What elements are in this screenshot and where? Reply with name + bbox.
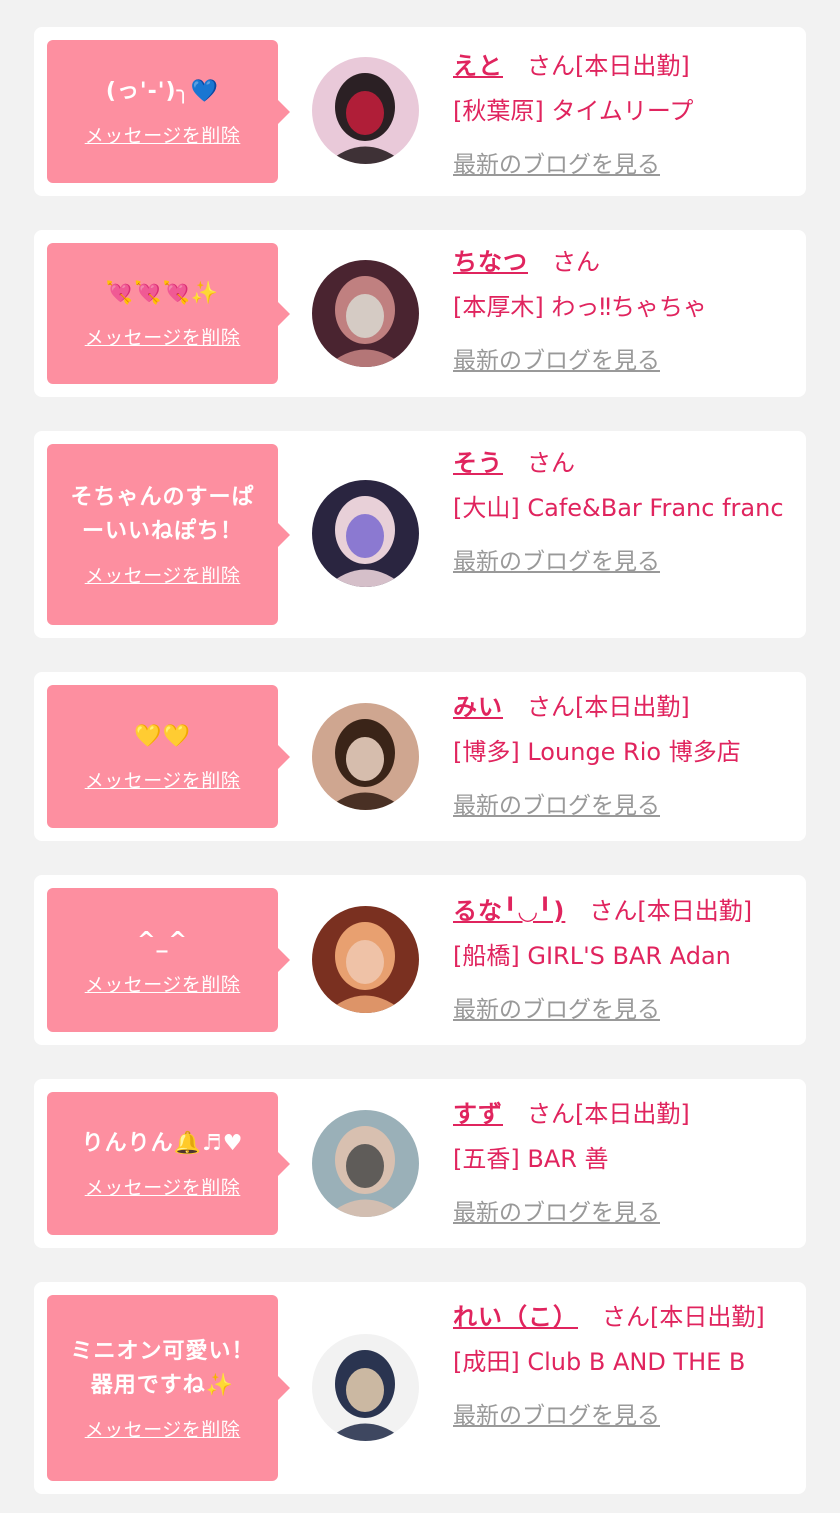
message-text: 💘💘💘✨ xyxy=(105,281,220,306)
message-text: そちゃんのすーぱ ーいいねぽち！ xyxy=(70,485,255,544)
message-bubble: ミニオン可愛い！ 器用ですね✨ メッセージを削除 xyxy=(47,1295,290,1481)
shop-name: [本厚木] わっ‼ちゃちゃ xyxy=(453,293,708,321)
message-text: (っ'-')╮💙 xyxy=(105,79,220,104)
latest-blog-link[interactable]: 最新のブログを見る xyxy=(453,988,660,1033)
honorific-label: さん xyxy=(527,52,575,80)
working-today-badge: [本日出勤] xyxy=(650,1303,765,1331)
message-card: 💛💛 メッセージを削除 みい さん[本日出勤] [博多] Lounge Rio 博多店最… xyxy=(34,672,806,841)
cast-info: すず さん[本日出勤] [五香] BAR 善最新のブログを見る xyxy=(453,1092,793,1236)
cast-avatar[interactable] xyxy=(312,1334,419,1441)
shop-name: [成田] Club B AND THE B xyxy=(453,1348,746,1376)
cast-avatar-photo-icon xyxy=(312,906,419,1013)
message-text: ^_^ xyxy=(137,927,188,953)
working-today-badge: [本日出勤] xyxy=(575,1100,690,1128)
message-card: ^_^ メッセージを削除 るな╹◡╹) さん[本日出勤] [船橋] GIRL'S BAR… xyxy=(34,875,806,1045)
cast-name-line: えと さん[本日出勤] xyxy=(453,44,793,89)
cast-avatar-photo-icon xyxy=(312,260,419,367)
cast-name-link[interactable]: すず xyxy=(453,1100,503,1128)
message-text: ミニオン可愛い！ 器用ですね✨ xyxy=(70,1338,255,1398)
message-card: りんりん🔔♬♥ メッセージを削除 すず さん[本日出勤] [五香] BAR 善最新のブロ… xyxy=(34,1079,806,1248)
shop-name: [船橋] GIRL'S BAR Adan xyxy=(453,942,731,970)
shop-name: [秋葉原] タイムリープ xyxy=(453,97,694,125)
cast-avatar[interactable] xyxy=(312,703,419,810)
cast-info: そう さん [大山] Cafe&Bar Franc franc 最新のブログを見る xyxy=(453,441,793,585)
cast-avatar[interactable] xyxy=(312,57,419,164)
message-bubble: 💛💛 メッセージを削除 xyxy=(47,685,290,828)
cast-avatar-photo-icon xyxy=(312,1334,419,1441)
delete-message-link[interactable]: メッセージを削除 xyxy=(85,121,241,148)
message-card: 💘💘💘✨ メッセージを削除 ちなつ さん [本厚木] わっ‼ちゃちゃ最新のブログを見る xyxy=(34,230,806,397)
latest-blog-link[interactable]: 最新のブログを見る xyxy=(453,1191,660,1236)
honorific-label: さん xyxy=(602,1303,650,1331)
cast-name-line: ちなつ さん xyxy=(453,240,793,285)
message-text: 💛💛 xyxy=(134,724,191,749)
honorific-label: さん xyxy=(527,693,575,721)
message-bubble: 💘💘💘✨ メッセージを削除 xyxy=(47,243,290,384)
message-card: ミニオン可愛い！ 器用ですね✨ メッセージを削除 れい（こ） さん[本日出勤] [成田]… xyxy=(34,1282,806,1494)
cast-info: れい（こ） さん[本日出勤] [成田] Club B AND THE B 最新のブログ… xyxy=(453,1295,793,1439)
cast-name-link[interactable]: そう xyxy=(453,449,503,477)
honorific-label: さん xyxy=(527,1100,575,1128)
cast-name-link[interactable]: るな╹◡╹) xyxy=(453,897,565,925)
honorific-label: さん xyxy=(589,897,638,925)
message-bubble: そちゃんのすーぱ ーいいねぽち！ メッセージを削除 xyxy=(47,444,290,625)
delete-message-link[interactable]: メッセージを削除 xyxy=(85,323,241,350)
cast-avatar[interactable] xyxy=(312,1110,419,1217)
cast-info: ちなつ さん [本厚木] わっ‼ちゃちゃ最新のブログを見る xyxy=(453,240,793,384)
working-today-badge: [本日出勤] xyxy=(575,693,690,721)
message-bubble: りんりん🔔♬♥ メッセージを削除 xyxy=(47,1092,290,1235)
working-today-badge: [本日出勤] xyxy=(637,897,753,925)
cast-name-line: すず さん[本日出勤] xyxy=(453,1092,793,1137)
latest-blog-link[interactable]: 最新のブログを見る xyxy=(453,1394,660,1439)
cast-name-line: るな╹◡╹) さん[本日出勤] xyxy=(453,889,793,934)
message-card: (っ'-')╮💙 メッセージを削除 えと さん[本日出勤] [秋葉原] タイムリープ最新… xyxy=(34,27,806,196)
message-list: (っ'-')╮💙 メッセージを削除 えと さん[本日出勤] [秋葉原] タイムリープ 最新… xyxy=(0,0,840,1513)
honorific-label: さん xyxy=(552,248,600,276)
latest-blog-link[interactable]: 最新のブログを見る xyxy=(453,143,660,188)
cast-name-link[interactable]: れい（こ） xyxy=(453,1303,578,1331)
cast-avatar[interactable] xyxy=(312,480,419,587)
cast-info: るな╹◡╹) さん[本日出勤] [船橋] GIRL'S BAR Adan 最新のブログ… xyxy=(453,889,793,1033)
delete-message-link[interactable]: メッセージを削除 xyxy=(85,1415,241,1442)
message-card: そちゃんのすーぱ ーいいねぽち！ メッセージを削除 そう さん [大山] Cafe&Ba… xyxy=(34,431,806,638)
message-text: りんりん🔔♬♥ xyxy=(81,1131,244,1156)
shop-name: [博多] Lounge Rio 博多店 xyxy=(453,738,741,766)
cast-name-line: そう さん xyxy=(453,441,793,486)
cast-name-line: れい（こ） さん[本日出勤] xyxy=(453,1295,793,1340)
cast-info: えと さん[本日出勤] [秋葉原] タイムリープ最新のブログを見る xyxy=(453,44,793,188)
honorific-label: さん xyxy=(527,449,575,477)
shop-name: [大山] Cafe&Bar Franc franc xyxy=(453,494,784,522)
cast-info: みい さん[本日出勤] [博多] Lounge Rio 博多店最新のブログを見る xyxy=(453,685,793,829)
cast-name-link[interactable]: えと xyxy=(453,52,503,80)
latest-blog-link[interactable]: 最新のブログを見る xyxy=(453,540,660,585)
shop-name: [五香] BAR 善 xyxy=(453,1145,609,1173)
latest-blog-link[interactable]: 最新のブログを見る xyxy=(453,784,660,829)
delete-message-link[interactable]: メッセージを削除 xyxy=(85,970,241,997)
cast-name-link[interactable]: ちなつ xyxy=(453,248,528,276)
cast-avatar-photo-icon xyxy=(312,57,419,164)
latest-blog-link[interactable]: 最新のブログを見る xyxy=(453,339,660,384)
cast-avatar-photo-icon xyxy=(312,703,419,810)
message-bubble: (っ'-')╮💙 メッセージを削除 xyxy=(47,40,290,183)
cast-name-line: みい さん[本日出勤] xyxy=(453,685,793,730)
cast-avatar[interactable] xyxy=(312,260,419,367)
message-bubble: ^_^ メッセージを削除 xyxy=(47,888,290,1032)
delete-message-link[interactable]: メッセージを削除 xyxy=(85,1173,241,1200)
cast-name-link[interactable]: みい xyxy=(453,693,503,721)
delete-message-link[interactable]: メッセージを削除 xyxy=(85,561,241,588)
cast-avatar-photo-icon xyxy=(312,480,419,587)
cast-avatar[interactable] xyxy=(312,906,419,1013)
delete-message-link[interactable]: メッセージを削除 xyxy=(85,766,241,793)
working-today-badge: [本日出勤] xyxy=(575,52,690,80)
cast-avatar-photo-icon xyxy=(312,1110,419,1217)
